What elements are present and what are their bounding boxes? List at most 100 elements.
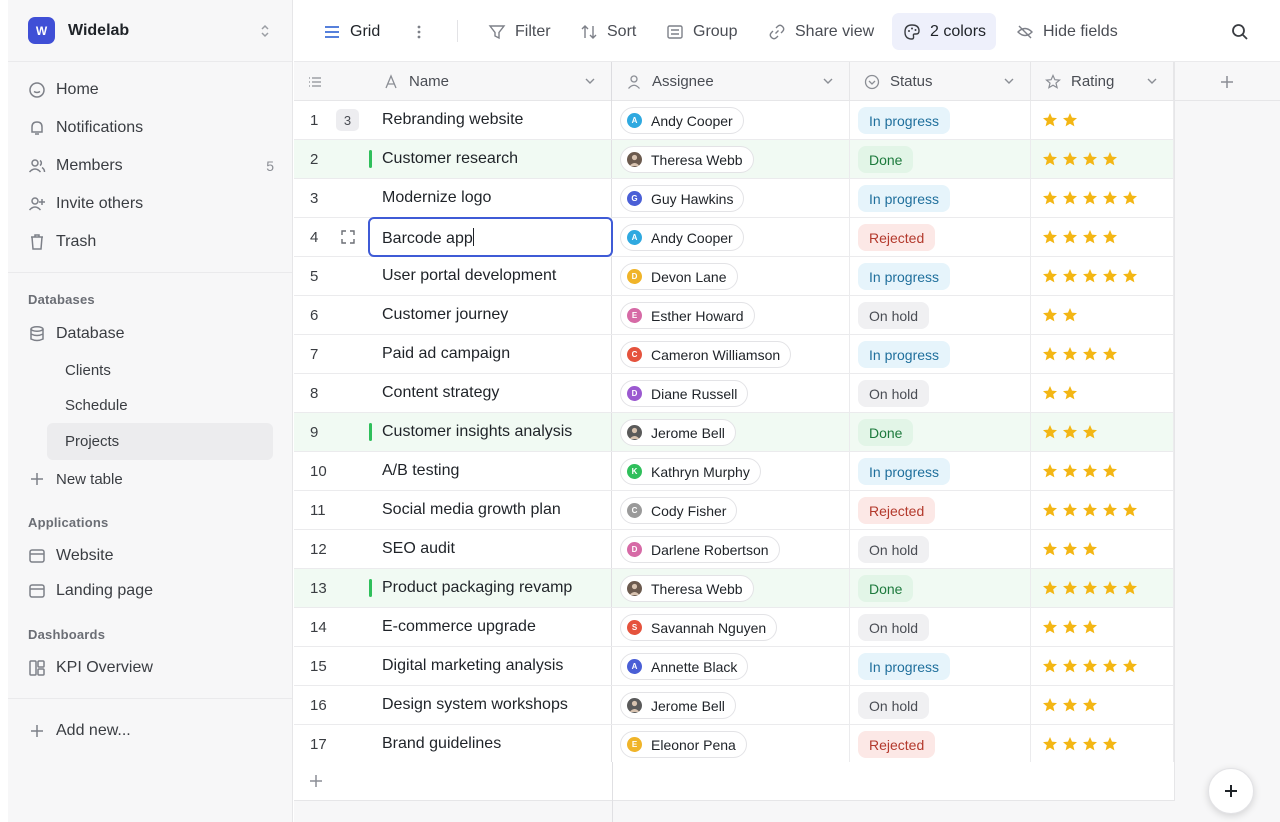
rating-stars[interactable] xyxy=(1042,229,1122,245)
rating-cell[interactable] xyxy=(1031,101,1174,139)
nav-notifications[interactable]: Notifications xyxy=(28,112,274,144)
assignee-cell[interactable]: Jerome Bell xyxy=(612,413,850,451)
row-name[interactable]: Brand guidelines xyxy=(382,735,501,753)
nav-trash[interactable]: Trash xyxy=(28,226,274,258)
rating-cell[interactable] xyxy=(1031,335,1174,373)
star-icon[interactable] xyxy=(1062,502,1078,518)
assignee-chip[interactable]: E Esther Howard xyxy=(620,302,755,329)
sort-button[interactable]: Sort xyxy=(569,13,646,50)
table-row[interactable]: 13 Product packaging revamp Theresa Webb… xyxy=(294,569,1174,608)
star-icon[interactable] xyxy=(1042,424,1058,440)
rating-stars[interactable] xyxy=(1042,385,1082,401)
name-cell[interactable]: 6 Customer journey xyxy=(294,296,612,334)
share-view-button[interactable]: Share view xyxy=(757,13,884,50)
assignee-chip[interactable]: G Guy Hawkins xyxy=(620,185,745,212)
column-header-rating[interactable]: Rating xyxy=(1031,62,1174,101)
assignee-cell[interactable]: A Annette Black xyxy=(612,647,850,685)
rating-cell[interactable] xyxy=(1031,686,1174,724)
name-cell[interactable]: 14 E-commerce upgrade xyxy=(294,608,612,646)
assignee-cell[interactable]: G Guy Hawkins xyxy=(612,179,850,217)
star-icon[interactable] xyxy=(1082,658,1098,674)
star-icon[interactable] xyxy=(1062,619,1078,635)
star-icon[interactable] xyxy=(1042,190,1058,206)
column-header-status[interactable]: Status xyxy=(850,62,1031,101)
star-icon[interactable] xyxy=(1042,229,1058,245)
star-icon[interactable] xyxy=(1082,151,1098,167)
star-icon[interactable] xyxy=(1062,190,1078,206)
name-cell[interactable]: 11 Social media growth plan xyxy=(294,491,612,529)
assignee-chip[interactable]: Jerome Bell xyxy=(620,692,736,719)
nav-members[interactable]: Members 5 xyxy=(28,150,274,182)
assignee-chip[interactable]: C Cameron Williamson xyxy=(620,341,792,368)
rating-stars[interactable] xyxy=(1042,658,1142,674)
table-row[interactable]: 3 Modernize logo G Guy Hawkins In progre… xyxy=(294,179,1174,218)
rating-stars[interactable] xyxy=(1042,697,1102,713)
star-icon[interactable] xyxy=(1062,385,1078,401)
rating-cell[interactable] xyxy=(1031,218,1174,256)
star-icon[interactable] xyxy=(1062,736,1078,752)
star-icon[interactable] xyxy=(1042,112,1058,128)
rating-cell[interactable] xyxy=(1031,257,1174,295)
star-icon[interactable] xyxy=(1122,580,1138,596)
star-icon[interactable] xyxy=(1042,736,1058,752)
rating-cell[interactable] xyxy=(1031,491,1174,529)
status-cell[interactable]: On hold xyxy=(850,530,1031,568)
row-name[interactable]: SEO audit xyxy=(382,540,455,558)
star-icon[interactable] xyxy=(1062,229,1078,245)
star-icon[interactable] xyxy=(1042,697,1058,713)
status-badge[interactable]: On hold xyxy=(858,614,930,641)
assignee-chip[interactable]: Theresa Webb xyxy=(620,575,754,602)
expand-icon[interactable] xyxy=(340,229,356,245)
star-icon[interactable] xyxy=(1102,151,1118,167)
status-badge[interactable]: Done xyxy=(858,419,914,446)
status-cell[interactable]: In progress xyxy=(850,647,1031,685)
row-name[interactable]: Modernize logo xyxy=(382,189,491,207)
star-icon[interactable] xyxy=(1082,463,1098,479)
name-cell[interactable]: 10 A/B testing xyxy=(294,452,612,490)
row-name[interactable]: Product packaging revamp xyxy=(382,579,572,597)
star-icon[interactable] xyxy=(1102,229,1118,245)
table-projects[interactable]: Projects xyxy=(47,423,273,460)
cell-editor[interactable]: Barcode app xyxy=(368,217,613,257)
assignee-cell[interactable]: K Kathryn Murphy xyxy=(612,452,850,490)
table-clients[interactable]: Clients xyxy=(47,352,273,389)
status-badge[interactable]: On hold xyxy=(858,302,930,329)
table-row[interactable]: 2 Customer research Theresa Webb Done xyxy=(294,140,1174,179)
table-row[interactable]: 14 E-commerce upgrade S Savannah Nguyen … xyxy=(294,608,1174,647)
new-table-button[interactable]: New table xyxy=(28,463,274,495)
star-icon[interactable] xyxy=(1082,502,1098,518)
star-icon[interactable] xyxy=(1082,346,1098,362)
status-badge[interactable]: In progress xyxy=(858,458,951,485)
rating-stars[interactable] xyxy=(1042,736,1122,752)
star-icon[interactable] xyxy=(1102,268,1118,284)
add-row-button[interactable] xyxy=(294,762,1174,801)
star-icon[interactable] xyxy=(1102,190,1118,206)
name-cell[interactable]: 16 Design system workshops xyxy=(294,686,612,724)
rating-cell[interactable] xyxy=(1031,725,1174,763)
nav-website[interactable]: Website xyxy=(28,540,274,572)
status-badge[interactable]: In progress xyxy=(858,263,951,290)
table-row[interactable]: 5 User portal development D Devon Lane I… xyxy=(294,257,1174,296)
name-cell[interactable]: 12 SEO audit xyxy=(294,530,612,568)
status-cell[interactable]: On hold xyxy=(850,296,1031,334)
column-header-name[interactable]: Name xyxy=(369,62,612,101)
add-record-fab[interactable] xyxy=(1208,768,1254,814)
star-icon[interactable] xyxy=(1062,580,1078,596)
assignee-cell[interactable]: C Cameron Williamson xyxy=(612,335,850,373)
column-header-assignee[interactable]: Assignee xyxy=(612,62,850,101)
table-row[interactable]: 8 Content strategy D Diane Russell On ho… xyxy=(294,374,1174,413)
status-cell[interactable]: On hold xyxy=(850,686,1031,724)
nav-invite-others[interactable]: Invite others xyxy=(28,188,274,220)
star-icon[interactable] xyxy=(1062,112,1078,128)
name-cell[interactable]: 17 Brand guidelines xyxy=(294,725,612,763)
table-row[interactable]: 10 A/B testing K Kathryn Murphy In progr… xyxy=(294,452,1174,491)
assignee-chip[interactable]: Jerome Bell xyxy=(620,419,736,446)
search-icon[interactable] xyxy=(1229,21,1251,43)
rating-stars[interactable] xyxy=(1042,541,1102,557)
status-cell[interactable]: Rejected xyxy=(850,218,1031,256)
group-button[interactable]: Group xyxy=(655,13,747,50)
status-cell[interactable]: Done xyxy=(850,569,1031,607)
assignee-cell[interactable]: A Andy Cooper xyxy=(612,218,850,256)
rating-cell[interactable] xyxy=(1031,452,1174,490)
name-cell[interactable]: 15 Digital marketing analysis xyxy=(294,647,612,685)
